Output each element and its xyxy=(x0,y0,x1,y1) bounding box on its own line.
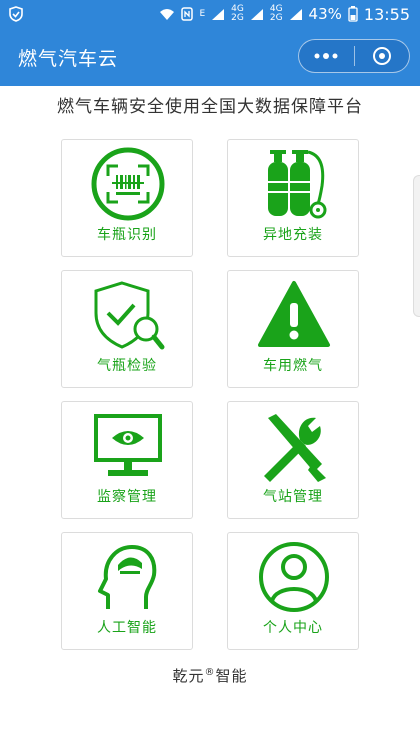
mini-program-capsule xyxy=(298,39,410,73)
network-e-label: E xyxy=(199,8,206,19)
platform-subtitle: 燃气车辆安全使用全国大数据保障平台 xyxy=(57,97,363,117)
page-title: 燃气汽车云 xyxy=(18,47,119,70)
card-artificial-intelligence[interactable]: 人工智能 xyxy=(61,532,193,650)
battery-icon xyxy=(348,6,358,22)
warning-icon xyxy=(258,281,330,347)
card-label: 人工智能 xyxy=(97,620,157,636)
more-dots-icon xyxy=(314,53,338,59)
card-label: 气站管理 xyxy=(263,489,323,505)
shield-status-icon xyxy=(9,6,23,22)
brand-name: 乾元 xyxy=(172,667,205,685)
card-label: 车用燃气 xyxy=(263,358,323,374)
nfc-icon xyxy=(181,7,194,21)
scan-barcode-icon xyxy=(91,147,165,221)
signal-icon-3 xyxy=(289,8,302,20)
card-label: 异地充装 xyxy=(263,227,323,243)
brand-suffix: 智能 xyxy=(215,667,248,685)
status-bar: E 4G 2G 4G 2G 43% 13:55 xyxy=(0,0,420,28)
card-supervision[interactable]: 监察管理 xyxy=(61,401,193,519)
tools-icon xyxy=(264,414,326,482)
more-button[interactable] xyxy=(299,40,354,72)
shield-inspect-icon xyxy=(94,281,165,350)
battery-percent: 43% xyxy=(308,5,342,23)
clock: 13:55 xyxy=(363,4,410,24)
card-vehicle-cylinder-id[interactable]: 车瓶识别 xyxy=(61,139,193,257)
card-label: 监察管理 xyxy=(97,489,157,505)
close-button[interactable] xyxy=(355,40,410,72)
card-cylinder-inspection[interactable]: 气瓶检验 xyxy=(61,270,193,388)
card-label: 车瓶识别 xyxy=(97,227,157,243)
card-label: 个人中心 xyxy=(263,620,323,636)
signal-icon xyxy=(212,8,225,20)
network-type-1: 4G 2G xyxy=(231,4,244,23)
close-target-icon xyxy=(372,47,391,65)
wifi-icon xyxy=(160,9,175,20)
card-station-management[interactable]: 气站管理 xyxy=(227,401,359,519)
gas-cylinder-icon xyxy=(268,150,327,219)
network-type-2: 4G 2G xyxy=(269,4,283,23)
card-remote-filling[interactable]: 异地充装 xyxy=(227,139,359,257)
user-icon xyxy=(259,542,329,612)
monitor-eye-icon xyxy=(94,414,162,476)
registered-mark: ® xyxy=(204,667,216,678)
side-drawer-handle[interactable] xyxy=(413,175,420,317)
card-label: 气瓶检验 xyxy=(97,358,157,374)
ai-head-icon xyxy=(98,545,157,609)
footer-brand: 乾元®智能 xyxy=(0,665,420,686)
signal-icon-2 xyxy=(250,8,263,20)
card-vehicle-gas[interactable]: 车用燃气 xyxy=(227,270,359,388)
app-bar: 燃气汽车云 xyxy=(0,28,420,86)
card-personal-center[interactable]: 个人中心 xyxy=(227,532,359,650)
